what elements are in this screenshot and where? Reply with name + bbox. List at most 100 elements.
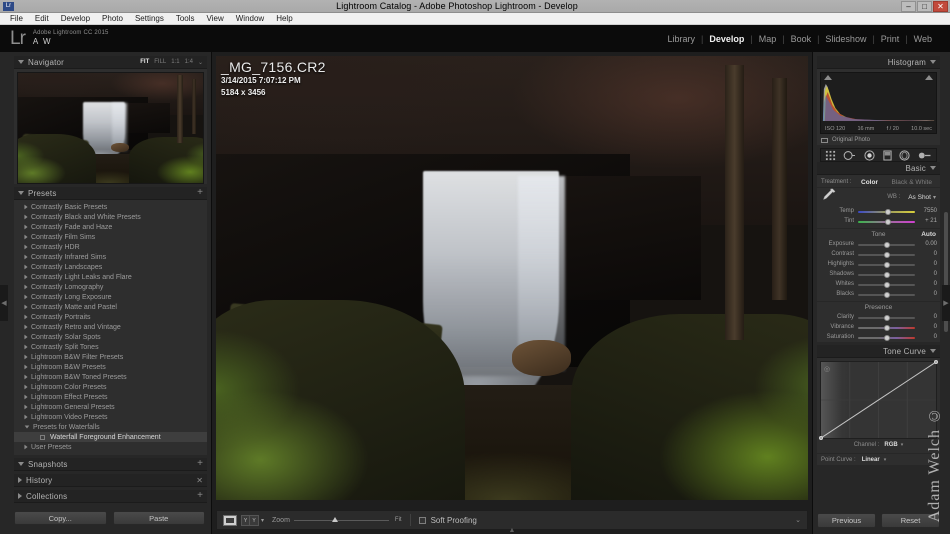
loupe-view-button[interactable] xyxy=(223,514,237,526)
slider-exposure[interactable] xyxy=(858,240,915,248)
basic-header[interactable]: Basic xyxy=(817,162,940,175)
point-curve-caret-icon[interactable]: ▾ xyxy=(884,457,887,463)
slider-value[interactable]: 0 xyxy=(915,324,937,330)
module-tab-map[interactable]: Map xyxy=(753,34,783,44)
original-photo-row[interactable]: Original Photo xyxy=(817,134,940,145)
image-viewer[interactable]: _MG_7156.CR2 3/14/2015 7:07:12 PM 5184 x… xyxy=(216,56,808,500)
preset-group[interactable]: Contrastly Infrared Sims xyxy=(14,252,207,262)
slider-value[interactable]: 0 xyxy=(915,251,937,257)
disclosure-triangle-icon[interactable] xyxy=(24,364,28,370)
slider-value[interactable]: 7550 xyxy=(915,208,937,214)
disclosure-triangle-icon[interactable] xyxy=(18,60,24,64)
preset-group[interactable]: Contrastly Portraits xyxy=(14,312,207,322)
zoom-slider[interactable] xyxy=(293,515,389,525)
slider-highlights[interactable] xyxy=(858,260,915,268)
preset-group[interactable]: Contrastly Split Tones xyxy=(14,342,207,352)
disclosure-triangle-icon[interactable] xyxy=(24,254,28,260)
preset-group[interactable]: Contrastly Retro and Vintage xyxy=(14,322,207,332)
navigator-mode-fit[interactable]: FIT xyxy=(140,59,149,65)
previous-button[interactable]: Previous xyxy=(817,513,876,528)
disclosure-triangle-icon[interactable] xyxy=(24,224,28,230)
slider-knob[interactable] xyxy=(883,271,890,278)
histogram-header[interactable]: Histogram xyxy=(817,56,940,69)
slider-knob[interactable] xyxy=(883,334,890,341)
disclosure-triangle-icon[interactable] xyxy=(24,374,28,380)
view-mode-caret-icon[interactable]: ▾ xyxy=(261,517,264,524)
disclosure-triangle-icon[interactable] xyxy=(24,284,28,290)
red-eye-tool-icon[interactable] xyxy=(864,149,875,161)
highlight-clipping-icon[interactable] xyxy=(925,75,933,80)
disclosure-triangle-icon[interactable] xyxy=(24,274,28,280)
preset-group[interactable]: Lightroom General Presets xyxy=(14,402,207,412)
preset-group[interactable]: Contrastly Landscapes xyxy=(14,262,207,272)
preset-group[interactable]: Contrastly Film Sims xyxy=(14,232,207,242)
preset-group[interactable]: Lightroom B&W Filter Presets xyxy=(14,352,207,362)
module-tab-library[interactable]: Library xyxy=(661,34,701,44)
disclosure-triangle-icon[interactable] xyxy=(24,324,28,330)
tone-curve-point-black[interactable] xyxy=(819,436,823,440)
slider-knob[interactable] xyxy=(885,218,892,225)
navigator-mode-caret-icon[interactable]: ⌄ xyxy=(198,59,203,66)
disclosure-triangle-icon[interactable] xyxy=(24,204,28,210)
disclosure-triangle-icon[interactable] xyxy=(24,334,28,340)
menu-help[interactable]: Help xyxy=(270,13,298,24)
slider-knob[interactable] xyxy=(883,261,890,268)
preset-group[interactable]: User Presets xyxy=(14,442,207,452)
disclosure-triangle-icon[interactable] xyxy=(24,234,28,240)
add-snapshot-icon[interactable]: + xyxy=(197,459,203,469)
slider-value[interactable]: 0.00 xyxy=(915,241,937,247)
collections-header[interactable]: Collections + xyxy=(14,490,207,503)
menu-file[interactable]: File xyxy=(4,13,29,24)
disclosure-triangle-icon[interactable] xyxy=(24,304,28,310)
preset-group[interactable]: Lightroom Video Presets xyxy=(14,412,207,422)
disclosure-triangle-icon[interactable] xyxy=(24,404,28,410)
add-preset-icon[interactable]: + xyxy=(197,188,203,198)
auto-tone-button[interactable]: Auto xyxy=(921,231,936,238)
close-button[interactable]: ✕ xyxy=(933,0,948,12)
channel-value[interactable]: RGB xyxy=(884,442,897,448)
module-tab-book[interactable]: Book xyxy=(785,34,818,44)
adjustment-brush-tool-icon[interactable] xyxy=(918,150,932,161)
preset-group[interactable]: Contrastly Fade and Haze xyxy=(14,222,207,232)
history-header[interactable]: History ✕ xyxy=(14,474,207,487)
preset-group[interactable]: Contrastly Matte and Pastel xyxy=(14,302,207,312)
channel-row[interactable]: Channel : RGB ▾ xyxy=(820,439,937,450)
disclosure-triangle-icon[interactable] xyxy=(24,264,28,270)
toolbar-options-caret-icon[interactable]: ⌄ xyxy=(795,516,801,524)
preset-group[interactable]: Contrastly HDR xyxy=(14,242,207,252)
point-curve-value[interactable]: Linear xyxy=(862,457,880,463)
module-tab-slideshow[interactable]: Slideshow xyxy=(819,34,872,44)
module-tab-print[interactable]: Print xyxy=(875,34,906,44)
disclosure-triangle-icon[interactable] xyxy=(24,314,28,320)
disclosure-triangle-icon[interactable] xyxy=(24,294,28,300)
presets-header[interactable]: Presets + xyxy=(14,187,207,200)
preset-group[interactable]: Contrastly Lomography xyxy=(14,282,207,292)
preset-group[interactable]: Contrastly Black and White Presets xyxy=(14,212,207,222)
slider-value[interactable]: 0 xyxy=(915,291,937,297)
tone-curve-point-white[interactable] xyxy=(934,360,938,364)
compare-view-button-1[interactable]: Y xyxy=(242,515,250,525)
target-adjustment-icon[interactable]: ◎ xyxy=(824,365,830,373)
photo-canvas[interactable]: _MG_7156.CR2 3/14/2015 7:07:12 PM 5184 x… xyxy=(216,56,808,500)
slider-value[interactable]: 0 xyxy=(915,314,937,320)
menu-settings[interactable]: Settings xyxy=(129,13,170,24)
disclosure-triangle-icon[interactable] xyxy=(24,414,28,420)
menu-photo[interactable]: Photo xyxy=(96,13,129,24)
clear-history-icon[interactable]: ✕ xyxy=(196,476,203,485)
channel-caret-icon[interactable]: ▾ xyxy=(901,442,904,448)
minimize-button[interactable]: – xyxy=(901,0,916,12)
maximize-button[interactable]: □ xyxy=(917,0,932,12)
slider-value[interactable]: 0 xyxy=(915,281,937,287)
disclosure-triangle-icon[interactable] xyxy=(930,349,936,353)
preset-group[interactable]: Lightroom Effect Presets xyxy=(14,392,207,402)
treatment-color-option[interactable]: Color xyxy=(857,179,882,186)
preset-group[interactable]: Presets for Waterfalls xyxy=(14,422,207,432)
tone-curve-graph[interactable]: ◎ xyxy=(819,360,938,440)
graduated-filter-tool-icon[interactable] xyxy=(883,150,892,161)
preset-group[interactable]: Contrastly Light Leaks and Flare xyxy=(14,272,207,282)
menu-view[interactable]: View xyxy=(201,13,230,24)
preset-group[interactable]: Contrastly Basic Presets xyxy=(14,202,207,212)
preset-group[interactable]: Contrastly Long Exposure xyxy=(14,292,207,302)
slider-value[interactable]: 0 xyxy=(915,261,937,267)
module-tab-develop[interactable]: Develop xyxy=(703,34,750,44)
